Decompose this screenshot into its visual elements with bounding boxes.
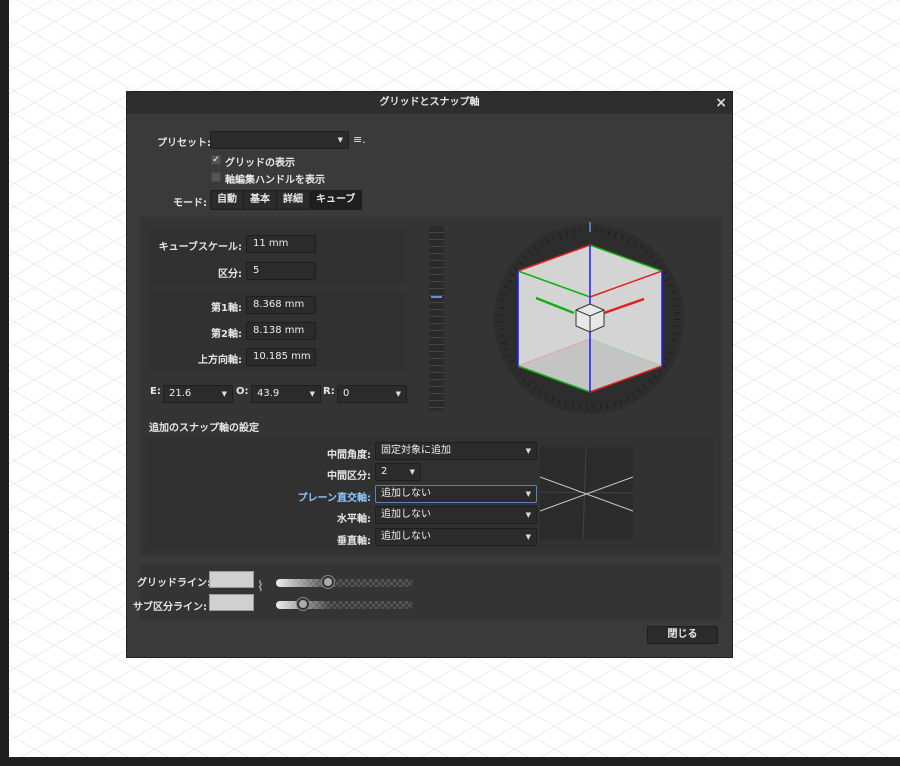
chevron-down-icon: ▼ [525, 447, 531, 455]
up-axis-label: 上方向軸: [198, 355, 242, 366]
r-label: R: [323, 386, 335, 397]
mode-label: モード: [173, 198, 207, 209]
axis2-input[interactable]: 8.138 mm [246, 322, 316, 340]
chevron-down-icon: ▼ [409, 468, 415, 476]
e-select[interactable]: 21.6 ▼ [163, 385, 233, 403]
cube-scale-label: キューブスケール: [158, 242, 242, 253]
preset-select[interactable]: ▼ [210, 131, 349, 149]
sub-line-color-swatch[interactable] [209, 594, 254, 611]
dialog-title-bar: グリッドとスナップ軸 × [127, 92, 732, 114]
mid-angle-select[interactable]: 固定対象に追加 ▼ [375, 442, 537, 460]
show-grid-checkbox[interactable]: ✓ [211, 155, 221, 165]
mid-division-select[interactable]: 2 ▼ [375, 463, 421, 481]
horizontal-axis-label: 水平軸: [337, 514, 371, 525]
show-grid-label: グリッドの表示 [225, 158, 295, 169]
mid-angle-label: 中間角度: [327, 450, 371, 461]
division-input[interactable]: 5 [246, 262, 316, 280]
chevron-down-icon: ▼ [337, 136, 343, 144]
preset-menu-icon[interactable]: ≡. [353, 133, 366, 146]
vertical-axis-select[interactable]: 追加しない ▼ [375, 528, 537, 546]
e-label: E: [150, 386, 161, 397]
o-select[interactable]: 43.9 ▼ [251, 385, 321, 403]
extra-snap-title: 追加のスナップ軸の設定 [149, 423, 259, 434]
sub-line-opacity-slider[interactable] [276, 598, 413, 610]
chevron-down-icon: ▼ [525, 533, 531, 541]
horizontal-axis-select[interactable]: 追加しない ▼ [375, 506, 537, 524]
mode-detail-tab[interactable]: 詳細 [277, 191, 310, 209]
slider-knob[interactable] [297, 598, 310, 610]
cube-preview[interactable] [487, 216, 697, 426]
o-label: O: [236, 386, 249, 397]
close-button[interactable]: 閉じる [647, 626, 718, 644]
close-icon[interactable]: × [715, 92, 727, 114]
mid-division-label: 中間区分: [327, 471, 371, 482]
show-axis-handles-checkbox[interactable] [211, 172, 221, 182]
mode-cube-tab[interactable]: キューブ [310, 191, 362, 209]
mode-auto-tab[interactable]: 自動 [211, 191, 244, 209]
cube-scale-input[interactable]: 11 mm [246, 235, 316, 253]
zoom-slider-thumb[interactable] [431, 296, 442, 298]
chevron-down-icon: ▼ [525, 511, 531, 519]
chevron-down-icon: ▼ [309, 390, 315, 398]
grid-snap-dialog: グリッドとスナップ軸 × プリセット: ▼ ≡. ✓ グリッドの表示 軸編集ハン… [126, 91, 733, 658]
axis1-label: 第1軸: [211, 303, 242, 314]
mode-basic-tab[interactable]: 基本 [244, 191, 277, 209]
sub-division-line-label: サブ区分ライン: [133, 602, 207, 613]
grid-line-label: グリッドライン: [137, 578, 211, 589]
chevron-down-icon: ▼ [525, 490, 531, 498]
dialog-title: グリッドとスナップ軸 [379, 97, 480, 108]
r-select[interactable]: 0 ▼ [337, 385, 407, 403]
snap-axes-preview [540, 447, 633, 540]
plane-orthogonal-label: プレーン直交軸: [297, 493, 372, 504]
division-label: 区分: [218, 269, 242, 280]
plane-orthogonal-select[interactable]: 追加しない ▼ [375, 485, 537, 503]
zoom-slider[interactable] [429, 226, 444, 411]
show-axis-handles-label: 軸編集ハンドルを表示 [225, 175, 325, 186]
grid-line-color-swatch[interactable] [209, 571, 254, 588]
chevron-down-icon: ▼ [221, 390, 227, 398]
vertical-axis-label: 垂直軸: [337, 536, 371, 547]
axis2-label: 第2軸: [211, 329, 242, 340]
chevron-down-icon: ▼ [395, 390, 401, 398]
up-axis-input[interactable]: 10.185 mm [246, 348, 316, 366]
preset-label: プリセット: [157, 138, 211, 149]
slider-knob[interactable] [322, 576, 335, 588]
axis1-input[interactable]: 8.368 mm [246, 296, 316, 314]
grid-line-opacity-slider[interactable] [276, 576, 413, 588]
mode-segmented-control: 自動 基本 詳細 キューブ [210, 190, 363, 210]
link-icon[interactable]: ⌇ [257, 579, 264, 595]
